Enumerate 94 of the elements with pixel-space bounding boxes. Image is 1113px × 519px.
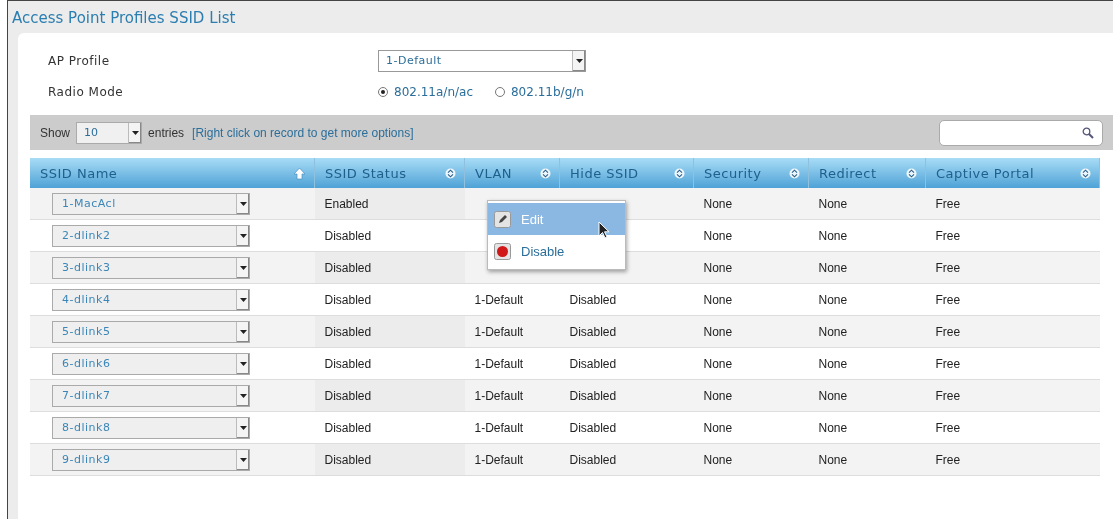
table-cell: Disabled [324, 260, 372, 275]
table-cell: None [818, 452, 848, 467]
table-cell: None [703, 420, 733, 435]
table-cell: None [818, 292, 848, 307]
radio-option[interactable]: 802.11a/n/ac [378, 84, 473, 99]
table-cell: None [818, 388, 848, 403]
table-cell: Disabled [569, 324, 617, 339]
table-cell: Disabled [324, 388, 372, 403]
caret-icon [239, 265, 247, 270]
table-cell: 1-Default [474, 324, 524, 339]
entries-label: entries [148, 125, 185, 140]
ssid-dropdown[interactable]: 2-dlink2 [52, 224, 250, 247]
radio-option[interactable]: 802.11b/g/n [495, 84, 584, 99]
table-cell: Disabled [324, 420, 372, 435]
table-cell: Disabled [569, 388, 617, 403]
search-field[interactable] [939, 119, 1103, 146]
table-cell: Disabled [324, 356, 372, 371]
field-label: Radio Mode [48, 84, 125, 99]
table-cell: 1-Default [474, 420, 524, 435]
table-cell: None [818, 420, 848, 435]
mouse-pointer-icon [598, 221, 610, 239]
table-cell: None [703, 260, 733, 275]
table-cell: None [818, 260, 848, 275]
table-cell: Free [935, 452, 961, 467]
ssid-dropdown[interactable]: 8-dlink8 [52, 416, 250, 439]
table-cell: Free [935, 388, 961, 403]
ap-profile-dropdown[interactable]: 1-Default [378, 49, 586, 72]
table-cell: 1-Default [474, 292, 524, 307]
table-cell: Disabled [324, 324, 372, 339]
table-cell: None [703, 324, 733, 339]
stop-icon [494, 242, 511, 260]
table-cell: 1-Default [474, 388, 524, 403]
caret-icon [575, 58, 583, 63]
table-cell: Free [935, 228, 961, 243]
table-cell: Free [935, 196, 961, 211]
caret-icon [239, 393, 247, 398]
pencil-icon [494, 210, 511, 228]
table-cell: 1-Default [474, 452, 524, 467]
ssid-dropdown[interactable]: 5-dlink5 [52, 320, 250, 343]
caret-icon [239, 329, 247, 334]
ssid-dropdown[interactable]: 6-dlink6 [52, 352, 250, 375]
ssid-dropdown[interactable]: 7-dlink7 [52, 384, 250, 407]
column-header[interactable]: Redirect [808, 158, 926, 188]
table-cell: None [703, 292, 733, 307]
table-cell: Enabled [324, 196, 369, 211]
show-label: Show [40, 125, 71, 140]
table-cell: None [818, 356, 848, 371]
caret-icon [131, 130, 139, 135]
table-cell: None [818, 228, 848, 243]
table-cell: None [703, 228, 733, 243]
table-cell: None [818, 196, 848, 211]
table-cell: Disabled [569, 292, 617, 307]
table-cell: Free [935, 420, 961, 435]
table-cell: Free [935, 324, 961, 339]
column-header[interactable]: SSID Name [30, 158, 315, 188]
table-cell: None [703, 452, 733, 467]
menu-item[interactable]: Edit [488, 203, 625, 235]
table-cell: None [703, 196, 733, 211]
page-title: Access Point Profiles SSID List [11, 8, 237, 29]
table-cell: Disabled [324, 292, 372, 307]
ssid-dropdown[interactable]: 9-dlink9 [52, 448, 250, 471]
caret-icon [239, 201, 247, 206]
caret-icon [239, 457, 247, 462]
column-header[interactable]: SSID Status [314, 158, 465, 188]
caret-icon [239, 425, 247, 430]
radio-button[interactable] [378, 86, 388, 97]
radio-button[interactable] [495, 86, 505, 97]
caret-icon [239, 297, 247, 302]
ssid-dropdown[interactable]: 3-dlink3 [52, 256, 250, 279]
column-header[interactable]: Hide SSID [559, 158, 694, 188]
table-cell: None [703, 356, 733, 371]
table-cell: Disabled [324, 452, 372, 467]
table-cell: Free [935, 292, 961, 307]
caret-icon [239, 361, 247, 366]
table-cell: Free [935, 260, 961, 275]
field-label: AP Profile [48, 53, 111, 68]
hint-text: [Right click on record to get more options] [192, 125, 414, 140]
page-size-dropdown[interactable]: 10 [76, 121, 143, 144]
table-cell: Disabled [324, 228, 372, 243]
menu-item[interactable]: Disable [488, 235, 625, 267]
table-cell: Disabled [569, 452, 617, 467]
caret-icon [239, 233, 247, 238]
search-icon [1082, 126, 1094, 139]
table-cell: None [818, 324, 848, 339]
column-header[interactable]: Security [693, 158, 809, 188]
column-header[interactable]: VLAN [464, 158, 560, 188]
ssid-dropdown[interactable]: 1-MacAcl [52, 192, 250, 215]
table-cell: Disabled [569, 356, 617, 371]
ssid-dropdown[interactable]: 4-dlink4 [52, 288, 250, 311]
table-cell: 1-Default [474, 356, 524, 371]
table-cell: Disabled [569, 420, 617, 435]
table-cell: Free [935, 356, 961, 371]
column-header[interactable]: Captive Portal [925, 158, 1100, 188]
table-cell: None [703, 388, 733, 403]
